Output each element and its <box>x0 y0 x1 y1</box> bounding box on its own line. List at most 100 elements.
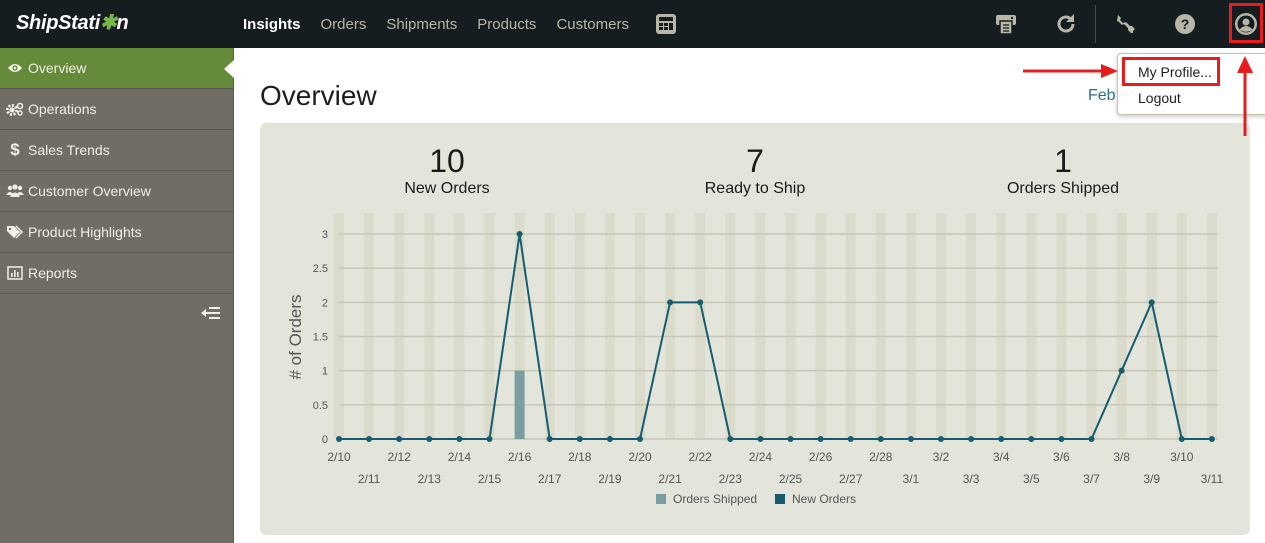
y-tick-label: 0 <box>322 434 328 446</box>
wrench-icon[interactable] <box>1112 10 1140 38</box>
logo-text-end: n <box>116 12 129 34</box>
nav-insights[interactable]: Insights <box>243 16 301 33</box>
legend-label-new-orders: New Orders <box>792 492 856 506</box>
nav-orders[interactable]: Orders <box>321 16 367 33</box>
sidebar-item-sales-trends[interactable]: $ Sales Trends <box>0 130 233 171</box>
point-new-orders <box>637 436 643 442</box>
profile-annotation-box <box>1229 3 1263 43</box>
sidebar-item-label: Sales Trends <box>28 142 110 158</box>
x-tick-label: 2/28 <box>869 450 893 464</box>
active-pointer <box>224 60 234 78</box>
x-tick-label: 3/6 <box>1053 450 1070 464</box>
legend-swatch-new-orders <box>775 494 785 504</box>
x-tick-label: 3/3 <box>963 472 980 486</box>
x-tick-label: 2/12 <box>388 450 412 464</box>
dollar-icon: $ <box>10 140 20 159</box>
x-tick-label: 2/11 <box>358 472 381 486</box>
point-new-orders <box>456 436 463 442</box>
point-new-orders <box>727 436 734 442</box>
x-tick-label: 3/9 <box>1143 472 1160 486</box>
page-title: Overview <box>260 80 377 111</box>
users-icon <box>6 184 24 198</box>
sidebar-item-label: Reports <box>28 265 78 281</box>
annotation-arrow-right <box>1023 64 1118 78</box>
y-tick-label: 0.5 <box>313 400 328 412</box>
x-tick-label: 2/14 <box>448 450 472 464</box>
x-tick-label: 2/26 <box>809 450 833 464</box>
x-tick-label: 3/7 <box>1083 472 1100 486</box>
sidebar-item-overview[interactable]: Overview <box>0 48 234 89</box>
x-tick-label: 2/10 <box>327 450 351 464</box>
overview-panel: 10 New Orders 7 Ready to Ship 1 Orders S… <box>260 123 1250 535</box>
x-tick-label: 2/27 <box>839 472 863 486</box>
x-tick-label: 3/10 <box>1170 450 1194 464</box>
x-tick-label: 2/13 <box>418 472 442 486</box>
x-tick-label: 2/22 <box>689 450 713 464</box>
orders-chart: 0 0.5 1 1.5 2 2.5 3 # of Orders 2/10 2/11 2/12 2/13… <box>286 213 1224 506</box>
printer-icon[interactable] <box>992 10 1020 38</box>
y-tick-label: 2 <box>322 297 328 309</box>
point-new-orders <box>1148 299 1155 306</box>
point-new-orders <box>486 436 493 442</box>
shipstation-logo[interactable]: ShipStati✱n <box>16 10 129 35</box>
menu-item-logout[interactable]: Logout <box>1138 90 1181 106</box>
x-tick-label: 2/16 <box>508 450 532 464</box>
x-tick-label: 2/20 <box>628 450 652 464</box>
point-new-orders <box>938 436 944 442</box>
x-tick-label: 2/17 <box>538 472 562 486</box>
nav-products[interactable]: Products <box>477 16 536 33</box>
x-tick-label: 2/23 <box>719 472 743 486</box>
x-tick-label: 2/18 <box>568 450 592 464</box>
point-new-orders <box>968 436 975 442</box>
point-new-orders <box>817 436 824 442</box>
point-new-orders <box>366 436 373 442</box>
point-new-orders <box>426 436 433 442</box>
sidebar-item-label: Overview <box>28 60 87 76</box>
tags-icon <box>6 225 24 239</box>
sidebar-item-label: Customer Overview <box>28 183 151 199</box>
point-new-orders <box>516 231 523 237</box>
x-tick-label: 2/21 <box>658 472 682 486</box>
y-tick-label: 1.5 <box>313 332 328 344</box>
y-tick-label: 1 <box>322 366 328 378</box>
help-icon[interactable]: ? <box>1171 10 1199 38</box>
annotation-arrow-up <box>1237 56 1253 136</box>
gears-icon <box>6 102 24 116</box>
point-new-orders <box>1028 436 1035 442</box>
gear-logo-icon: ✱ <box>99 12 117 34</box>
y-tick-label: 2.5 <box>313 263 328 275</box>
point-new-orders <box>606 436 613 442</box>
y-tick-label: 3 <box>322 229 328 241</box>
point-new-orders <box>1118 367 1125 374</box>
point-new-orders <box>787 436 794 442</box>
sidebar-item-customer-overview[interactable]: Customer Overview <box>0 171 233 212</box>
point-new-orders <box>576 436 583 442</box>
point-new-orders <box>546 436 553 442</box>
y-axis-label: # of Orders <box>286 294 305 379</box>
point-new-orders <box>336 436 342 442</box>
refresh-icon[interactable] <box>1052 10 1080 38</box>
point-new-orders <box>1058 436 1065 442</box>
point-new-orders <box>757 436 764 442</box>
logo-text: ShipStati <box>16 12 100 34</box>
legend-label-orders-shipped: Orders Shipped <box>673 492 757 506</box>
point-new-orders <box>877 436 884 442</box>
collapse-sidebar-icon[interactable] <box>201 306 221 325</box>
sidebar-item-product-highlights[interactable]: Product Highlights <box>0 212 233 253</box>
x-tick-label: 3/11 <box>1201 472 1224 486</box>
x-tick-label: 2/25 <box>779 472 803 486</box>
nav-shipments[interactable]: Shipments <box>386 16 457 33</box>
point-new-orders <box>396 436 403 442</box>
date-range-picker[interactable]: Feb <box>1088 87 1116 105</box>
main-nav: Insights Orders Shipments Products Custo… <box>243 0 649 48</box>
eye-icon <box>6 62 24 74</box>
point-new-orders <box>907 436 914 442</box>
calculator-icon[interactable] <box>652 10 680 38</box>
sidebar-item-operations[interactable]: Operations <box>0 89 233 130</box>
navbar-divider <box>1095 5 1096 43</box>
sidebar-item-label: Product Highlights <box>28 224 142 240</box>
sidebar-item-reports[interactable]: Reports <box>0 253 233 294</box>
nav-customers[interactable]: Customers <box>556 16 629 33</box>
point-new-orders <box>847 436 854 442</box>
sidebar: Overview Operations $ Sales Trends Custo… <box>0 48 234 543</box>
